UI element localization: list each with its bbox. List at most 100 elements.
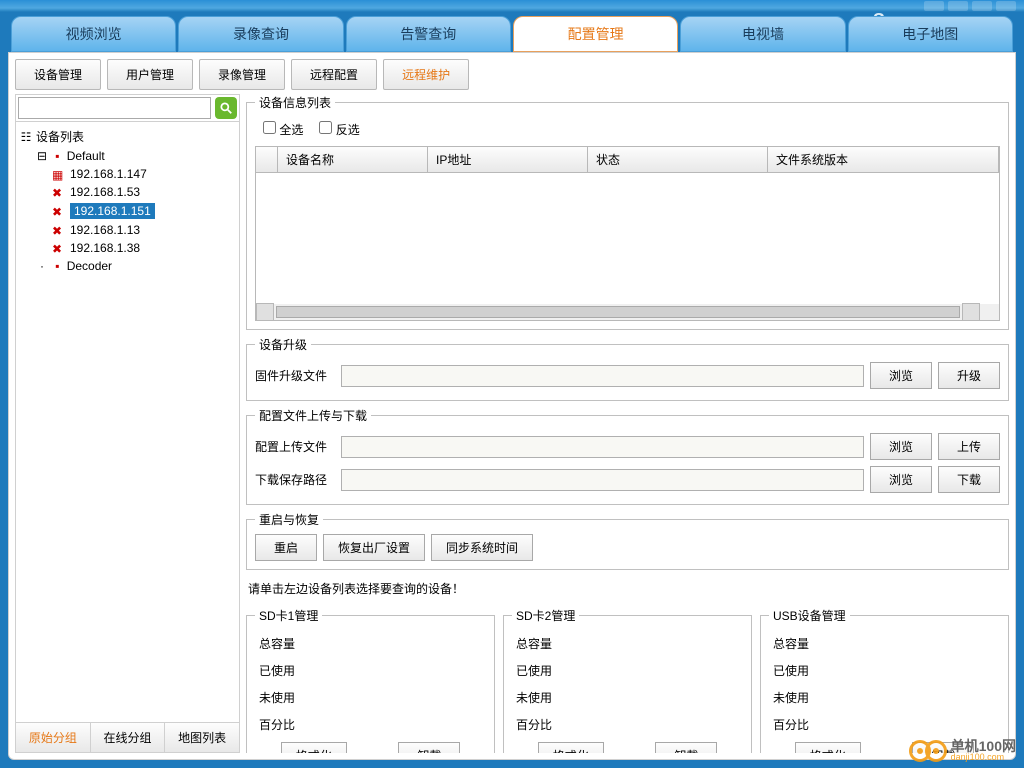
storage-percent: 百分比: [255, 711, 486, 738]
config-upload-input[interactable]: [341, 436, 864, 458]
camera-offline-icon: ✖: [52, 242, 66, 254]
sync-time-button[interactable]: 同步系统时间: [431, 534, 533, 561]
bottomtab-map-list[interactable]: 地图列表: [165, 723, 239, 752]
tree-device-item[interactable]: ✖ 192.168.1.151: [20, 201, 235, 221]
storage-free: 未使用: [512, 684, 743, 711]
folder-icon: ▪: [51, 150, 63, 162]
device-ip-label: 192.168.1.147: [70, 167, 147, 181]
tree-root-label: 设备列表: [36, 128, 84, 145]
group-label: Decoder: [67, 259, 112, 273]
config-download-browse-button[interactable]: 浏览: [870, 466, 932, 493]
search-button[interactable]: [215, 97, 237, 119]
tab-video-browse[interactable]: 视频浏览: [11, 16, 176, 52]
format-button[interactable]: 格式化: [281, 742, 347, 753]
config-download-button[interactable]: 下载: [938, 466, 1000, 493]
storage-used: 已使用: [255, 657, 486, 684]
storage-total: 总容量: [255, 630, 486, 657]
format-button[interactable]: 格式化: [538, 742, 604, 753]
storage-free: 未使用: [769, 684, 1000, 711]
search-input[interactable]: [18, 97, 211, 119]
firmware-browse-button[interactable]: 浏览: [870, 362, 932, 389]
reboot-button[interactable]: 重启: [255, 534, 317, 561]
storage-total: 总容量: [769, 630, 1000, 657]
camera-offline-icon: ✖: [52, 186, 66, 198]
bottom-tabs: 原始分组 在线分组 地图列表: [16, 722, 239, 752]
tree-group-decoder[interactable]: · ▪ Decoder: [20, 257, 235, 275]
storage-used: 已使用: [512, 657, 743, 684]
subtab-device-manage[interactable]: 设备管理: [15, 59, 101, 90]
group-label: Default: [67, 149, 105, 163]
config-download-input[interactable]: [341, 469, 864, 491]
config-legend: 配置文件上传与下载: [255, 407, 371, 424]
upgrade-legend: 设备升级: [255, 336, 311, 353]
maximize-button[interactable]: [972, 1, 992, 11]
storage-total: 总容量: [512, 630, 743, 657]
storage-box: SD卡1管理总容量已使用未使用百分比格式化卸载: [246, 607, 495, 753]
tab-record-query[interactable]: 录像查询: [178, 16, 343, 52]
col-ip[interactable]: IP地址: [428, 147, 588, 172]
expand-icon[interactable]: ·: [36, 260, 48, 272]
storage-legend: SD卡2管理: [512, 607, 579, 624]
storage-percent: 百分比: [769, 711, 1000, 738]
subtab-remote-config[interactable]: 远程配置: [291, 59, 377, 90]
firmware-file-input[interactable]: [341, 365, 864, 387]
tab-tv-wall[interactable]: 电视墙: [680, 16, 845, 52]
minimize-button[interactable]: [948, 1, 968, 11]
config-upload-button[interactable]: 上传: [938, 433, 1000, 460]
tree-device-item[interactable]: ✖ 192.168.1.38: [20, 239, 235, 257]
col-status[interactable]: 状态: [588, 147, 768, 172]
tab-emap[interactable]: 电子地图: [848, 16, 1013, 52]
storage-percent: 百分比: [512, 711, 743, 738]
restart-fieldset: 重启与恢复 重启 恢复出厂设置 同步系统时间: [246, 511, 1009, 570]
storage-free: 未使用: [255, 684, 486, 711]
factory-reset-button[interactable]: 恢复出厂设置: [323, 534, 425, 561]
folder-icon: ▪: [51, 260, 63, 272]
watermark-text-cn: 单机100网: [951, 739, 1016, 753]
subtab-remote-maintain[interactable]: 远程维护: [383, 59, 469, 90]
dropdown-button[interactable]: [924, 1, 944, 11]
watermark-text-en: danji100.com: [951, 753, 1016, 762]
tree-device-item[interactable]: ✖192.168.1.13: [20, 221, 235, 239]
config-upload-browse-button[interactable]: 浏览: [870, 433, 932, 460]
tree-device-item[interactable]: ▦192.168.1.147: [20, 165, 235, 183]
device-ip-label: 192.168.1.53: [70, 185, 140, 199]
col-fs-version[interactable]: 文件系统版本: [768, 147, 999, 172]
device-info-legend: 设备信息列表: [255, 94, 335, 111]
bottomtab-online-group[interactable]: 在线分组: [91, 723, 166, 752]
camera-offline-icon: ✖: [52, 205, 66, 217]
col-device-name[interactable]: 设备名称: [278, 147, 428, 172]
firmware-upgrade-button[interactable]: 升级: [938, 362, 1000, 389]
select-all-checkbox[interactable]: 全选: [263, 121, 303, 138]
device-table[interactable]: 设备名称 IP地址 状态 文件系统版本: [255, 146, 1000, 321]
format-button[interactable]: 格式化: [795, 742, 861, 753]
right-panel: 设备信息列表 全选 反选 设备名称 IP地址 状态 文件系统版本: [246, 94, 1009, 753]
restart-legend: 重启与恢复: [255, 511, 323, 528]
left-panel: ☷ 设备列表 ⊟ ▪ Default ▦192.168.1.147✖192.16…: [15, 94, 240, 753]
tab-config-manage[interactable]: 配置管理: [513, 16, 678, 52]
unmount-button[interactable]: 卸载: [655, 742, 717, 753]
device-ip-label: 192.168.1.151: [70, 203, 155, 219]
close-button[interactable]: [996, 1, 1016, 11]
config-upload-label: 配置上传文件: [255, 438, 335, 455]
subtab-user-manage[interactable]: 用户管理: [107, 59, 193, 90]
tree-root[interactable]: ☷ 设备列表: [20, 126, 235, 147]
device-tree: ☷ 设备列表 ⊟ ▪ Default ▦192.168.1.147✖192.16…: [16, 122, 239, 722]
config-download-label: 下载保存路径: [255, 471, 335, 488]
unmount-button[interactable]: 卸载: [398, 742, 460, 753]
camera-offline-icon: ✖: [52, 224, 66, 236]
bottomtab-raw-group[interactable]: 原始分组: [16, 723, 91, 752]
invert-checkbox[interactable]: 反选: [319, 121, 359, 138]
upgrade-fieldset: 设备升级 固件升级文件 浏览 升级: [246, 336, 1009, 401]
firmware-file-label: 固件升级文件: [255, 367, 335, 384]
hint-text: 请单击左边设备列表选择要查询的设备！: [246, 576, 1009, 601]
storage-box: SD卡2管理总容量已使用未使用百分比格式化 卸载: [503, 607, 752, 753]
storage-used: 已使用: [769, 657, 1000, 684]
horizontal-scrollbar[interactable]: [256, 304, 999, 320]
tree-device-item[interactable]: ✖ 192.168.1.53: [20, 183, 235, 201]
tab-alarm-query[interactable]: 告警查询: [346, 16, 511, 52]
device-ip-label: 192.168.1.38: [70, 241, 140, 255]
expand-icon[interactable]: ⊟: [36, 150, 48, 162]
tree-group-default[interactable]: ⊟ ▪ Default: [20, 147, 235, 165]
device-info-fieldset: 设备信息列表 全选 反选 设备名称 IP地址 状态 文件系统版本: [246, 94, 1009, 330]
subtab-record-manage[interactable]: 录像管理: [199, 59, 285, 90]
